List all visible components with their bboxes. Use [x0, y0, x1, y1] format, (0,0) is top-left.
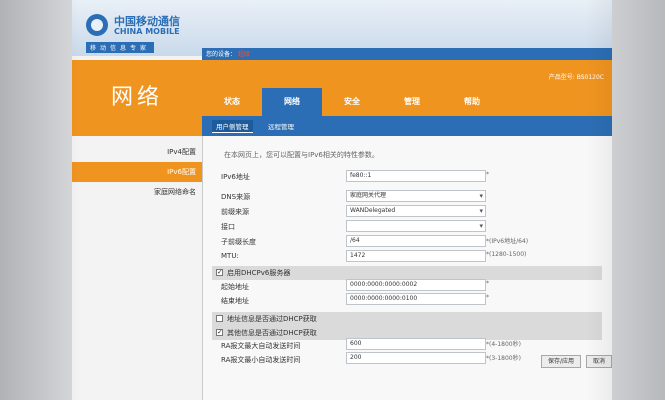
end-address-label: 结束地址: [221, 297, 249, 305]
prefix-source-select[interactable]: WANDelegated: [346, 205, 486, 217]
ipv6-address-input[interactable]: fe80::1: [346, 170, 486, 182]
start-address-label: 起始地址: [221, 283, 249, 291]
address-dhcp-row: 地址信息是否通过DHCP获取: [212, 312, 602, 326]
dns-source-select[interactable]: 家庭网关代理: [346, 190, 486, 202]
subtab-user-side[interactable]: 用户侧管理: [212, 120, 253, 133]
prefix-length-input[interactable]: /64: [346, 235, 486, 247]
save-apply-button[interactable]: 保存/应用: [541, 355, 582, 368]
device-bar: 您的设备： 超级: [202, 48, 612, 60]
mtu-label: MTU:: [221, 252, 239, 260]
ipv6-address-label: IPv6地址: [221, 173, 250, 181]
prefix-length-label: 子前缀长度: [221, 238, 256, 246]
interface-select[interactable]: [346, 220, 486, 232]
tab-management[interactable]: 管理: [382, 88, 442, 116]
start-address-input[interactable]: 0000:0000:0000:0002: [346, 279, 486, 291]
subtab-remote[interactable]: 远程管理: [264, 120, 298, 132]
mtu-hint: *(1280-1500): [486, 251, 527, 258]
required-mark: *: [486, 280, 489, 287]
dns-source-label: DNS来源: [221, 193, 251, 201]
tab-network[interactable]: 网络: [262, 88, 322, 116]
prefix-length-hint: *(IPv6地址/64): [486, 238, 529, 245]
dhcp-server-label: 启用DHCPv6服务器: [227, 269, 291, 277]
ra-max-input[interactable]: 600: [346, 338, 486, 350]
device-name: 超级: [238, 51, 251, 58]
router-page: 中国移动通信 CHINA MOBILE 移动信息专家 您的设备： 超级 网络 产…: [72, 0, 612, 400]
required-mark: *: [486, 294, 489, 301]
china-mobile-logo: [86, 14, 108, 36]
sidebar-item-ipv6[interactable]: IPv6配置: [72, 162, 202, 182]
ra-min-input[interactable]: 200: [346, 352, 486, 364]
section-brand: 网络: [72, 60, 202, 136]
ra-max-label: RA报文最大自动发送时间: [221, 342, 301, 350]
sub-nav: 用户侧管理 远程管理: [202, 116, 612, 136]
ra-min-hint: *(3-1800秒): [486, 355, 521, 362]
main-nav: 产品型号: BS0120C 状态 网络 安全 管理 帮助 用户侧管理 远程管理: [202, 60, 612, 136]
mtu-input[interactable]: 1472: [346, 250, 486, 262]
cancel-button[interactable]: 取消: [586, 355, 612, 368]
dhcp-server-checkbox[interactable]: [216, 268, 223, 276]
sidebar: IPv4配置 IPv6配置 家庭网络命名: [72, 136, 202, 400]
main-tabs: 状态 网络 安全 管理 帮助: [202, 88, 612, 116]
tab-security[interactable]: 安全: [322, 88, 382, 116]
dhcp-server-row: 启用DHCPv6服务器: [212, 266, 602, 280]
logo-english-text: CHINA MOBILE: [114, 27, 180, 36]
prefix-source-label: 前缀来源: [221, 208, 249, 216]
sidebar-item-ipv4[interactable]: IPv4配置: [72, 142, 202, 162]
ra-max-hint: *(4-1800秒): [486, 341, 521, 348]
slogan: 移动信息专家: [86, 42, 155, 53]
intro-text: 在本网页上，您可以配置与IPv6相关的特性参数。: [224, 151, 379, 159]
end-address-input[interactable]: 0000:0000:0000:0100: [346, 293, 486, 305]
sidebar-item-home-network[interactable]: 家庭网络命名: [72, 182, 202, 202]
tab-help[interactable]: 帮助: [442, 88, 502, 116]
device-info: 产品型号: BS0120C: [548, 74, 604, 81]
device-label: 您的设备：: [206, 51, 237, 58]
ra-min-label: RA报文最小自动发送时间: [221, 356, 301, 364]
other-dhcp-checkbox[interactable]: [216, 328, 223, 336]
required-mark: *: [486, 171, 489, 178]
address-dhcp-label: 地址信息是否通过DHCP获取: [227, 315, 317, 323]
other-dhcp-label: 其他信息是否通过DHCP获取: [227, 329, 317, 337]
tab-status[interactable]: 状态: [202, 88, 262, 116]
address-dhcp-checkbox[interactable]: [216, 315, 223, 322]
ipv6-config-panel: 在本网页上，您可以配置与IPv6相关的特性参数。 IPv6地址 fe80::1 …: [203, 136, 612, 400]
interface-label: 接口: [221, 223, 235, 231]
